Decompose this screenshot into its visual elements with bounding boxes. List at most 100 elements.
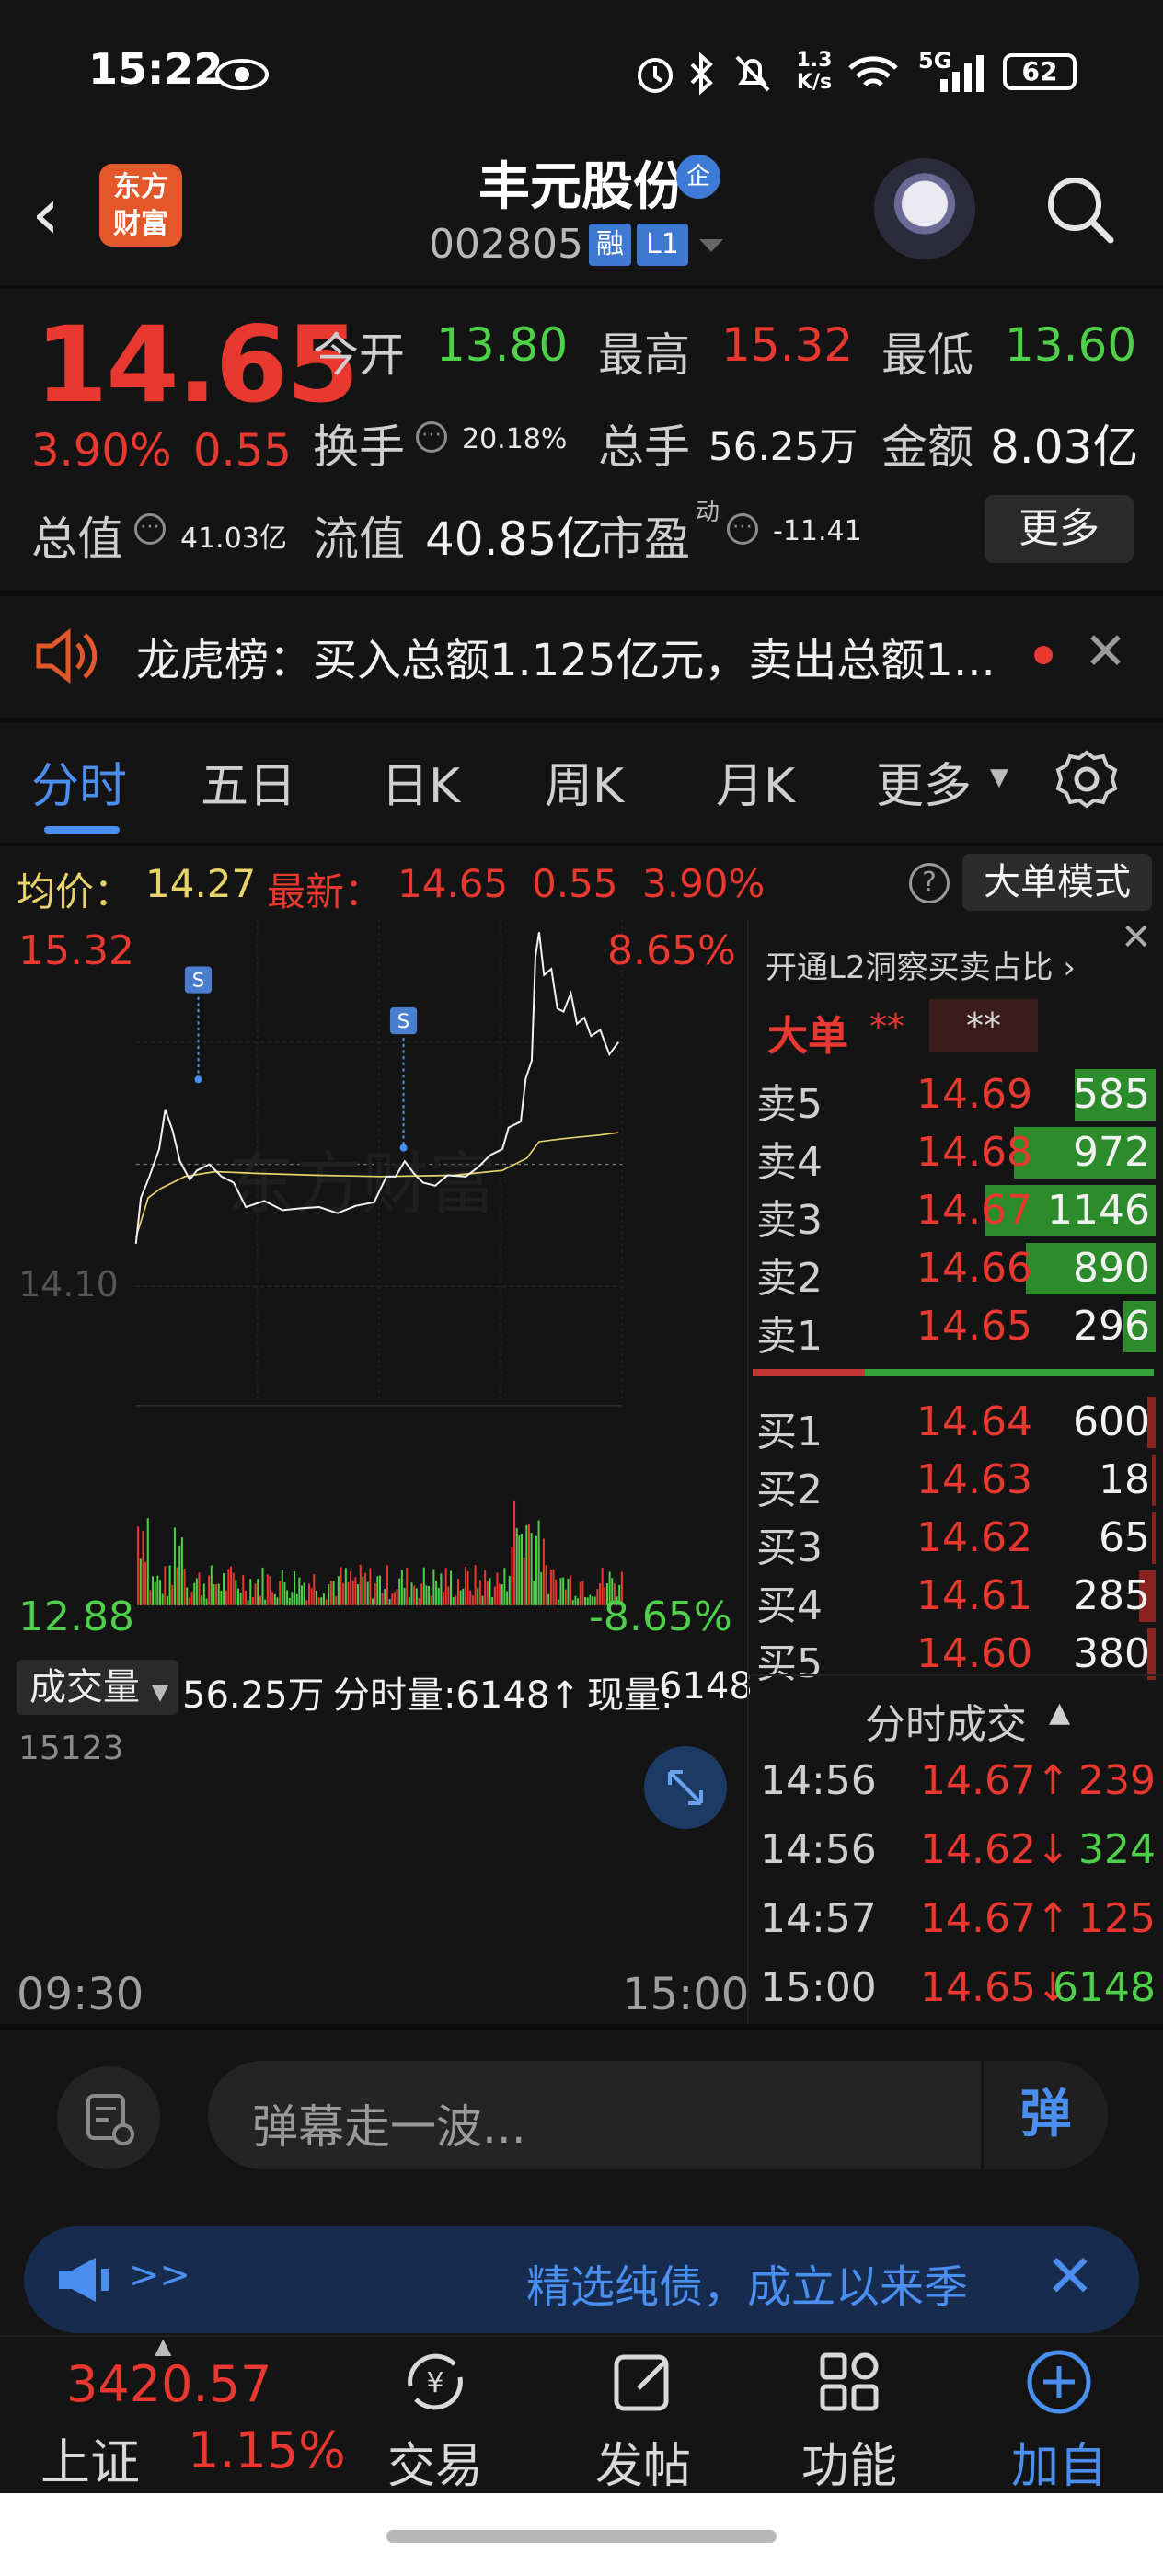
change-amount: 0.55 (193, 425, 292, 477)
bid-row[interactable]: 买2 14.63 18 (751, 1453, 1156, 1513)
volume-bar (190, 1592, 193, 1605)
level-name: 卖5 (756, 1081, 823, 1128)
volume-bar (152, 1576, 155, 1605)
volume-bar (452, 1597, 455, 1605)
trade-icon: ¥ (408, 2353, 463, 2410)
nav-trade[interactable]: ¥ 交易 (366, 2346, 504, 2496)
volume-bar (386, 1565, 388, 1605)
ask-row[interactable]: 卖3 14.67 1146 (751, 1183, 1156, 1244)
last-value: 14.65 (397, 861, 509, 906)
volume-bar (193, 1582, 196, 1605)
index-percent[interactable]: 1.15% (188, 2421, 346, 2479)
bid-row[interactable]: 买3 14.62 65 (751, 1511, 1156, 1571)
caret-up-icon[interactable]: ▲ (1049, 1696, 1070, 1729)
volume-bar (239, 1592, 242, 1605)
expand-button[interactable] (644, 1746, 727, 1829)
ask-row[interactable]: 卖5 14.69 585 (751, 1067, 1156, 1128)
l2-promo-link[interactable]: 开通L2洞察买卖占比 › (766, 942, 1076, 987)
volume-bar (188, 1597, 190, 1605)
volume-bar (398, 1578, 401, 1605)
level-price: 14.65 (916, 1303, 1032, 1350)
level-volume: 1146 (1047, 1187, 1150, 1234)
pe-superscript: 动 (696, 499, 720, 526)
float-value: 40.85亿 (425, 512, 604, 566)
volume-bar (437, 1587, 440, 1605)
unread-dot (1034, 646, 1053, 664)
volume-bar (567, 1578, 570, 1605)
volume-bar (484, 1570, 487, 1605)
volume-bar (168, 1565, 171, 1605)
level-price: 14.60 (916, 1630, 1032, 1677)
volume-bar (435, 1581, 438, 1605)
volume-bars (137, 1501, 623, 1605)
help-icon[interactable]: ? (909, 863, 950, 903)
volume-bar (430, 1595, 432, 1605)
volume-bar (413, 1585, 416, 1605)
info-dot-icon[interactable]: ⋯ (134, 513, 166, 545)
tab-more[interactable]: 更多 (876, 747, 972, 816)
promo-text[interactable]: 精选纯债，成立以来季 (526, 2250, 1023, 2315)
volume-bar (286, 1590, 289, 1605)
volume-bar (294, 1571, 296, 1605)
ticks-title[interactable]: 分时成交 (865, 1691, 1027, 1750)
tick-time: 14:56 (760, 1826, 877, 1873)
volume-bar (523, 1557, 525, 1605)
volume-bar (142, 1530, 144, 1605)
info-dot-icon[interactable]: ⋯ (727, 513, 758, 545)
home-indicator[interactable] (386, 2530, 777, 2543)
more-button[interactable]: 更多 (985, 495, 1134, 563)
tab-weekly-k[interactable]: 周K (545, 747, 624, 816)
index-value[interactable]: 3420.57 (66, 2355, 271, 2413)
close-icon[interactable]: ✕ (1045, 2243, 1095, 2311)
volume-bar (533, 1581, 535, 1605)
caret-down-icon: ▼ (990, 764, 1008, 791)
level-volume: 890 (1073, 1245, 1150, 1292)
volume-bar (342, 1583, 345, 1605)
tab-5day[interactable]: 五日 (201, 747, 296, 816)
level-price: 14.62 (916, 1514, 1032, 1561)
tick-time: 14:57 (760, 1895, 877, 1942)
close-icon[interactable]: ✕ (1121, 916, 1152, 959)
volume-bar (281, 1569, 283, 1605)
tab-monthly-k[interactable]: 月K (716, 747, 795, 816)
level-tag[interactable]: L1 (637, 224, 688, 266)
close-icon[interactable]: ✕ (1084, 622, 1127, 682)
nav-functions[interactable]: 功能 (780, 2346, 918, 2496)
index-name[interactable]: 上证 (40, 2421, 140, 2494)
tab-intraday[interactable]: 分时 (31, 747, 127, 816)
ticker-text[interactable]: 龙虎榜：买入总额1.125亿元，卖出总额1... (136, 624, 996, 688)
volume-dropdown[interactable]: 成交量 ▼ (17, 1660, 178, 1715)
danmaku-settings-button[interactable] (57, 2066, 160, 2169)
tab-daily-k[interactable]: 日K (381, 747, 460, 816)
bid-row[interactable]: 买1 14.64 600 (751, 1395, 1156, 1455)
nav-post[interactable]: 发帖 (574, 2346, 712, 2496)
level-volume: 296 (1073, 1303, 1150, 1350)
volume-bar (577, 1598, 580, 1605)
ask-row[interactable]: 卖1 14.65 296 (751, 1299, 1156, 1360)
big-order-mode-button[interactable]: 大单模式 (962, 854, 1152, 911)
volume-bar (251, 1596, 254, 1605)
gear-icon[interactable] (1054, 747, 1119, 811)
search-icon[interactable] (1042, 171, 1117, 247)
volume-bar (443, 1592, 445, 1605)
volume-bar (269, 1576, 271, 1605)
volume-bar (244, 1590, 247, 1605)
volume-bar (493, 1586, 496, 1605)
info-dot-icon[interactable]: ⋯ (416, 421, 447, 453)
volume-bar (459, 1590, 462, 1605)
level-name: 卖1 (756, 1313, 823, 1360)
volume-bar (527, 1524, 530, 1605)
danmaku-send-button[interactable]: 弹 (981, 2061, 1108, 2169)
intraday-chart[interactable]: 东方财富 S S (13, 920, 745, 1647)
volume-bar (171, 1584, 174, 1605)
ask-row[interactable]: 卖4 14.68 972 (751, 1125, 1156, 1186)
chevron-down-icon[interactable] (697, 237, 725, 256)
volume-bar (515, 1527, 518, 1605)
assistant-avatar[interactable] (874, 158, 975, 259)
bid-row[interactable]: 买4 14.61 285 (751, 1569, 1156, 1629)
volume-bar (450, 1570, 452, 1605)
volume-bar (325, 1599, 328, 1605)
volume-bar (217, 1583, 220, 1605)
volume-bar (410, 1582, 413, 1605)
ask-row[interactable]: 卖2 14.66 890 (751, 1241, 1156, 1302)
